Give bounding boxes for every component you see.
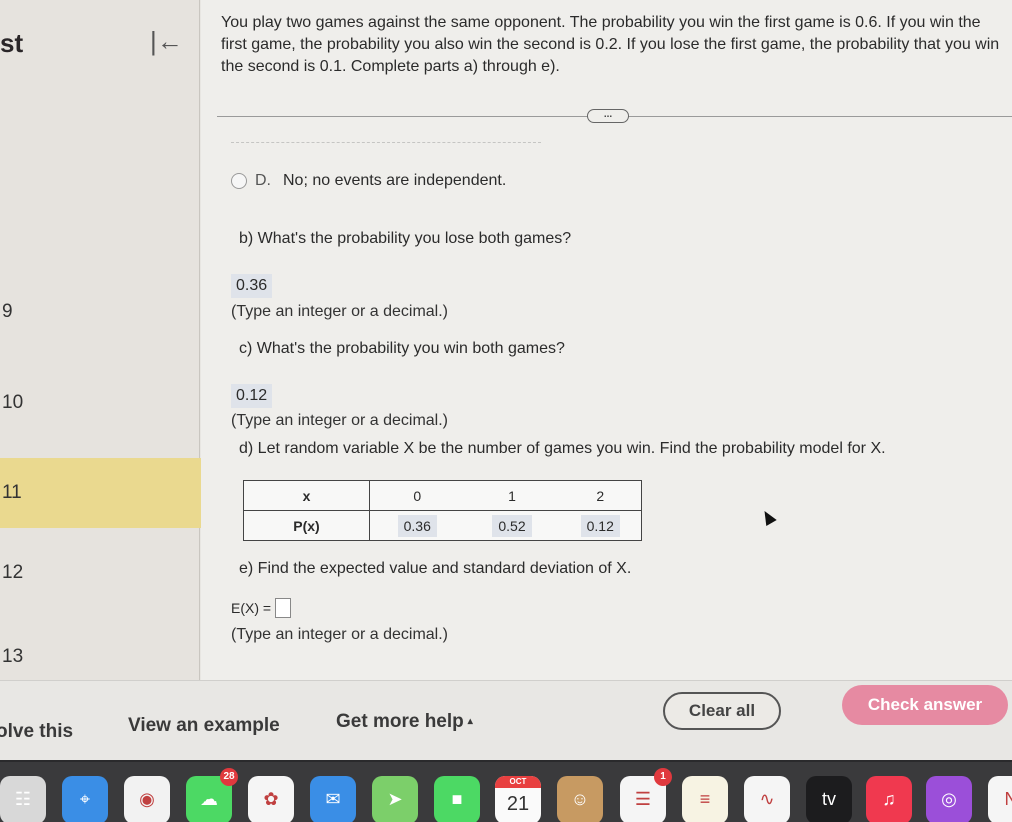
notification-badge: 1 [654,768,672,786]
dock-launchpad-icon[interactable]: ☷ [0,776,46,822]
px-cell: 0.36 [369,510,465,541]
x-value: 0 [369,480,465,511]
contacts-glyph: ☺ [570,789,590,809]
question-number: 12 [2,562,24,583]
expected-value-row: E(X) = [231,598,292,618]
check-answer-button[interactable]: Check answer [842,685,1008,725]
footer-toolbar: olve this View an example Get more help ▴… [0,680,1012,760]
facetime-glyph: ■ [451,789,463,809]
part-c-question: c) What's the probability you win both g… [239,340,565,357]
part-e-hint: (Type an integer or a decimal.) [231,626,448,643]
dock-music-icon[interactable]: ♫ [866,776,912,822]
part-b-answer[interactable]: 0.36 [231,274,273,298]
question-number: 9 [2,301,13,322]
question-number: 11 [2,482,22,503]
px-answer[interactable]: 0.36 [397,514,437,537]
dock-freeform-icon[interactable]: ∿ [744,776,790,822]
photos-glyph: ✿ [263,789,279,809]
dock-notes-icon[interactable]: ≡ [682,776,728,822]
dock-maps-icon[interactable]: ➤ [372,776,418,822]
expected-value-label: E(X) = [231,600,272,616]
messages-glyph: ☁ [200,789,218,809]
expand-more-button[interactable]: ... [587,109,629,123]
dock-facetime-icon[interactable]: ■ [434,776,480,822]
tv-glyph: tv [821,789,836,809]
dock-photos-icon[interactable]: ✿ [248,776,294,822]
view-an-example-link[interactable]: View an example [128,715,280,737]
table-row-x: x 0 1 2 [243,480,642,511]
notification-badge: 28 [220,768,238,786]
radio-button[interactable] [231,173,247,189]
calendar-day: 21 [506,793,530,815]
news-glyph: N [1004,789,1012,809]
part-c-hint: (Type an integer or a decimal.) [231,412,448,429]
dock-contacts-icon[interactable]: ☺ [557,776,603,822]
maps-glyph: ➤ [387,789,403,809]
px-cell: 0.52 [464,510,560,541]
calendar-month: OCT [495,776,541,788]
problem-statement: You play two games against the same oppo… [221,14,1000,75]
dock-chrome-icon[interactable]: ◉ [124,776,170,822]
table-row-px: P(x) 0.36 0.52 0.12 [243,510,642,541]
row-header-px: P(x) [243,510,370,541]
music-glyph: ♫ [882,789,896,809]
probability-model-table: x 0 1 2 P(x) 0.36 0.52 0.12 [243,480,642,541]
notes-glyph: ≡ [699,789,711,809]
help-me-solve-this-link[interactable]: olve this [0,721,73,743]
sidebar-item-question-12[interactable]: 12 [0,544,216,602]
px-cell: 0.12 [559,510,642,541]
safari-glyph: ⌖ [79,789,91,809]
dock-calendar-icon[interactable]: OCT 21 [495,776,541,822]
question-number: 10 [2,392,24,413]
x-value: 2 [559,480,642,511]
clear-all-button[interactable]: Clear all [663,692,781,730]
sidebar-title: st [0,28,24,58]
reminders-glyph: ☰ [634,789,652,809]
dock-podcasts-icon[interactable]: ◎ [926,776,972,822]
mail-glyph: ✉ [325,789,341,809]
sidebar-item-question-9[interactable]: 9 [0,292,216,332]
launchpad-glyph: ☷ [14,789,32,809]
dock-safari-icon[interactable]: ⌖ [62,776,108,822]
dock-reminders-icon[interactable]: ☰ 1 [620,768,672,822]
get-more-help-label: Get more help [336,711,464,732]
option-text: No; no events are independent. [283,172,507,189]
get-more-help-link[interactable]: Get more help ▴ [336,711,473,733]
expected-value-input[interactable] [275,598,292,618]
part-b-hint: (Type an integer or a decimal.) [231,303,448,320]
sidebar-item-question-13[interactable]: 13 [0,628,216,686]
question-panel: You play two games against the same oppo… [201,0,1012,680]
x-value: 1 [464,480,560,511]
part-b-question: b) What's the probability you lose both … [239,230,572,247]
px-answer[interactable]: 0.52 [492,514,532,537]
dock-mail-icon[interactable]: ✉ [310,776,356,822]
freeform-glyph: ∿ [759,789,775,809]
chrome-glyph: ◉ [139,789,155,809]
option-d[interactable]: D. No; no events are independent. [231,172,506,190]
part-d-question: d) Let random variable X be the number o… [239,440,886,457]
caret-up-icon: ▴ [467,716,473,728]
podcasts-glyph: ◎ [941,789,957,809]
row-header-x: x [243,480,370,511]
dock-news-icon[interactable]: N [988,776,1012,822]
question-number: 13 [2,646,24,667]
sidebar-item-question-11[interactable]: 11 [0,458,216,528]
dock-tv-icon[interactable]: tv [806,776,852,822]
part-e-question: e) Find the expected value and standard … [239,560,632,577]
dock-messages-icon[interactable]: ☁ 28 [186,768,238,822]
px-answer[interactable]: 0.12 [580,514,620,537]
option-letter: D. [255,172,271,189]
macos-dock: ☷ ⌖ ◉ ☁ 28 ✿ ✉ ➤ ■ OCT 21 ☺ ☰ 1 ≡ ∿ tv ♫ ◎ N [0,760,1012,822]
part-c-answer[interactable]: 0.12 [231,384,273,408]
collapse-sidebar-icon[interactable]: |← [150,28,183,54]
faded-option-c [231,142,541,150]
sidebar-item-question-10[interactable]: 10 [0,374,216,432]
